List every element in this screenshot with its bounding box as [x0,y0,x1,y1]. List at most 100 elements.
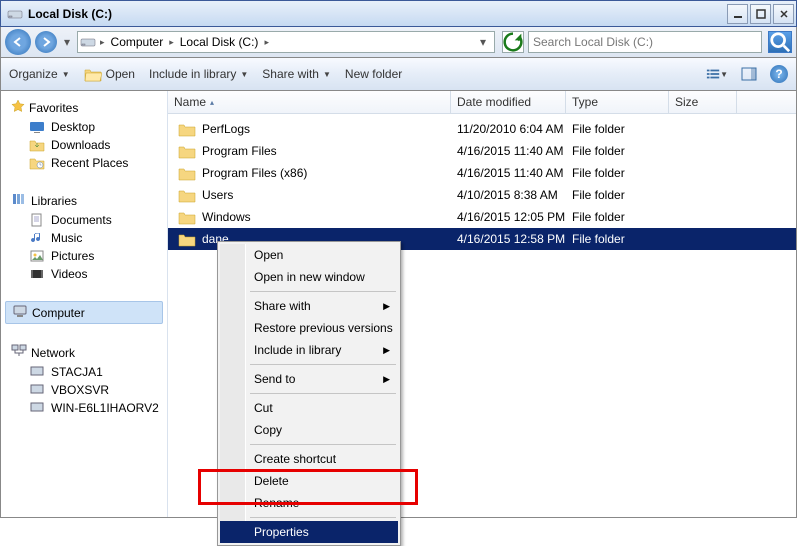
nav-item-label: Documents [51,213,112,227]
nav-network-host[interactable]: VBOXSVR [5,381,163,399]
organize-menu[interactable]: Organize▼ [9,67,70,81]
folder-icon [178,144,196,159]
drive-icon [80,35,96,49]
open-label: Open [106,67,135,81]
column-size-label: Size [675,95,698,109]
file-date: 4/10/2015 8:38 AM [451,188,566,202]
preview-pane-button[interactable] [738,64,760,84]
column-name-label: Name [174,95,206,109]
favorites-header[interactable]: Favorites [5,97,163,118]
menu-item[interactable]: Restore previous versions [220,317,398,339]
file-row[interactable]: Users4/10/2015 8:38 AMFile folder [168,184,796,206]
nav-item-label: STACJA1 [51,365,103,379]
file-type: File folder [566,144,669,158]
view-options-button[interactable]: ▼ [706,64,728,84]
menu-separator [250,364,396,365]
nav-recent[interactable]: Recent Places [5,154,163,172]
computer-icon [29,365,45,379]
include-library-menu[interactable]: Include in library▼ [149,67,248,81]
breadcrumb-bar[interactable]: ▸ Computer ▸ Local Disk (C:) ▸ ▾ [77,31,495,53]
minimize-button[interactable] [727,4,748,24]
address-dropdown[interactable]: ▾ [474,35,492,49]
pictures-icon [29,249,45,263]
submenu-arrow-icon: ▶ [383,345,390,356]
computer-label: Computer [32,306,85,320]
file-name: Windows [202,210,251,224]
menu-item[interactable]: Share with▶ [220,295,398,317]
menu-item-label: Properties [254,525,309,539]
file-row[interactable]: Program Files (x86)4/16/2015 11:40 AMFil… [168,162,796,184]
maximize-button[interactable] [750,4,771,24]
back-button[interactable] [5,29,31,55]
menu-item[interactable]: Include in library▶ [220,339,398,361]
breadcrumb-localdisk[interactable]: Local Disk (C:) [176,35,263,49]
submenu-arrow-icon: ▶ [383,374,390,385]
file-row[interactable]: Program Files4/16/2015 11:40 AMFile fold… [168,140,796,162]
search-button[interactable] [768,31,792,53]
menu-item-label: Delete [254,474,289,488]
file-date: 4/16/2015 12:58 PM [451,232,566,246]
column-date[interactable]: Date modified [451,91,566,113]
chevron-right-icon[interactable]: ▸ [262,37,271,48]
network-header[interactable]: Network [5,342,163,363]
column-date-label: Date modified [457,95,531,109]
history-dropdown[interactable]: ▾ [61,35,73,49]
file-type: File folder [566,232,669,246]
menu-separator [250,444,396,445]
menu-item-label: Cut [254,401,273,415]
menu-item[interactable]: Send to▶ [220,368,398,390]
refresh-button[interactable] [502,31,524,53]
libraries-label: Libraries [31,194,77,208]
menu-item[interactable]: Open in new window [220,266,398,288]
nav-network-host[interactable]: WIN-E6L1IHAORV2 [5,399,163,417]
nav-item-label: Videos [51,267,87,281]
menu-item[interactable]: Open [220,244,398,266]
star-icon [11,99,25,116]
computer-icon [29,401,45,415]
libraries-icon [11,192,27,209]
open-button[interactable]: Open [84,67,135,82]
nav-item-label: WIN-E6L1IHAORV2 [51,401,159,415]
navigation-pane: Favorites Desktop Downloads Recent Place… [1,91,168,517]
column-type[interactable]: Type [566,91,669,113]
share-with-menu[interactable]: Share with▼ [262,67,331,81]
menu-item[interactable]: Create shortcut [220,448,398,470]
nav-documents[interactable]: Documents [5,211,163,229]
nav-downloads[interactable]: Downloads [5,136,163,154]
nav-music[interactable]: Music [5,229,163,247]
nav-network-host[interactable]: STACJA1 [5,363,163,381]
nav-desktop[interactable]: Desktop [5,118,163,136]
folder-icon [178,210,196,225]
libraries-header[interactable]: Libraries [5,190,163,211]
sort-ascending-icon: ▴ [210,98,214,107]
breadcrumb-computer[interactable]: Computer [107,35,168,49]
column-name[interactable]: Name ▴ [168,91,451,113]
chevron-right-icon[interactable]: ▸ [167,37,176,48]
menu-item[interactable]: Delete [220,470,398,492]
nav-item-label: Music [51,231,82,245]
share-label: Share with [262,67,319,81]
menu-item-label: Open in new window [254,270,365,284]
menu-item-label: Share with [254,299,311,313]
computer-header[interactable]: Computer [5,301,163,324]
menu-item[interactable]: Copy [220,419,398,441]
nav-videos[interactable]: Videos [5,265,163,283]
nav-pictures[interactable]: Pictures [5,247,163,265]
column-size[interactable]: Size [669,91,737,113]
forward-button[interactable] [35,31,57,53]
file-row[interactable]: Windows4/16/2015 12:05 PMFile folder [168,206,796,228]
menu-item[interactable]: Rename [220,492,398,514]
menu-item[interactable]: Cut [220,397,398,419]
menu-item-label: Create shortcut [254,452,336,466]
close-button[interactable] [773,4,794,24]
help-button[interactable]: ? [770,65,788,83]
search-input[interactable]: Search Local Disk (C:) [528,31,762,53]
chevron-right-icon[interactable]: ▸ [98,37,107,48]
new-folder-button[interactable]: New folder [345,67,402,81]
videos-icon [29,267,45,281]
context-menu: OpenOpen in new windowShare with▶Restore… [217,241,401,546]
menu-item[interactable]: Properties [220,521,398,543]
music-icon [29,231,45,245]
nav-item-label: Pictures [51,249,94,263]
file-row[interactable]: PerfLogs11/20/2010 6:04 AMFile folder [168,118,796,140]
